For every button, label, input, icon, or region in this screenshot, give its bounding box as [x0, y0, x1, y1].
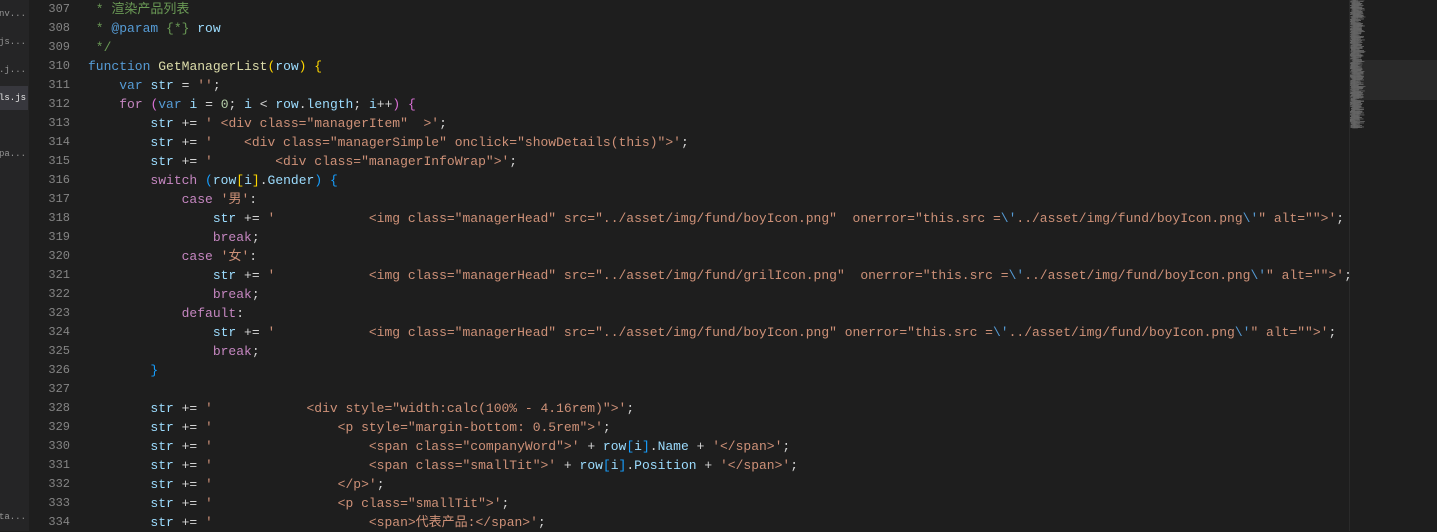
line-number: 322: [30, 285, 70, 304]
line-number: 329: [30, 418, 70, 437]
code-line[interactable]: switch (row[i].Gender) {: [88, 171, 1349, 190]
editor-tab[interactable]: [0, 226, 28, 250]
line-number: 309: [30, 38, 70, 57]
code-line[interactable]: str += ' </p>';: [88, 475, 1349, 494]
editor-tab[interactable]: [0, 309, 28, 333]
minimap-content: ███████████████████████ ████████ ███████…: [1350, 0, 1437, 128]
code-line[interactable]: str += ' <span class="companyWord">' + r…: [88, 437, 1349, 456]
line-number: 328: [30, 399, 70, 418]
line-number: 320: [30, 247, 70, 266]
code-line[interactable]: }: [88, 361, 1349, 380]
code-line[interactable]: for (var i = 0; i < row.length; i++) {: [88, 95, 1349, 114]
line-number: 317: [30, 190, 70, 209]
editor-tab[interactable]: [0, 393, 28, 417]
line-number: 321: [30, 266, 70, 285]
code-line[interactable]: str += ' <div style="width:calc(100% - 4…: [88, 399, 1349, 418]
code-line[interactable]: str += ' <div class="managerSimple" oncl…: [88, 133, 1349, 152]
editor-tab[interactable]: [0, 421, 28, 445]
line-number: 316: [30, 171, 70, 190]
code-line[interactable]: str += ' <div class="managerItem" >';: [88, 114, 1349, 133]
code-line[interactable]: [88, 380, 1349, 399]
line-number: 327: [30, 380, 70, 399]
editor-tab[interactable]: ta...: [0, 505, 28, 529]
code-editor[interactable]: * 渲染产品列表 * @param {*} row */function Get…: [88, 0, 1349, 531]
line-number: 311: [30, 76, 70, 95]
editor-tab[interactable]: [0, 337, 28, 361]
line-number: 318: [30, 209, 70, 228]
code-line[interactable]: function GetManagerList(row) {: [88, 57, 1349, 76]
line-number-gutter: 3073083093103113123133143153163173183193…: [30, 0, 88, 531]
line-number: 330: [30, 437, 70, 456]
code-line[interactable]: str += ' <span class="smallTit">' + row[…: [88, 456, 1349, 475]
editor-tab[interactable]: [0, 282, 28, 306]
code-line[interactable]: str += ' <img class="managerHead" src=".…: [88, 209, 1349, 228]
editor-tab[interactable]: pa...: [0, 142, 28, 166]
line-number: 315: [30, 152, 70, 171]
editor-tab[interactable]: [0, 477, 28, 501]
line-number: 323: [30, 304, 70, 323]
code-line[interactable]: var str = '';: [88, 76, 1349, 95]
code-line[interactable]: */: [88, 38, 1349, 57]
code-line[interactable]: break;: [88, 228, 1349, 247]
line-number: 331: [30, 456, 70, 475]
line-number: 319: [30, 228, 70, 247]
code-line[interactable]: default:: [88, 304, 1349, 323]
code-line[interactable]: break;: [88, 285, 1349, 304]
code-line[interactable]: str += ' <img class="managerHead" src=".…: [88, 323, 1349, 342]
code-line[interactable]: case '女':: [88, 247, 1349, 266]
line-number: 308: [30, 19, 70, 38]
editor-tab[interactable]: [0, 170, 28, 194]
editor-tab[interactable]: [0, 198, 28, 222]
code-line[interactable]: * 渲染产品列表: [88, 0, 1349, 19]
line-number: 332: [30, 475, 70, 494]
code-line[interactable]: str += ' <p style="margin-bottom: 0.5rem…: [88, 418, 1349, 437]
code-line[interactable]: str += ' <p class="smallTit">';: [88, 494, 1349, 513]
code-line[interactable]: break;: [88, 342, 1349, 361]
code-line[interactable]: str += ' <span>代表产品:</span>';: [88, 513, 1349, 531]
editor-tab[interactable]: .js...: [0, 30, 28, 54]
line-number: 324: [30, 323, 70, 342]
line-number: 314: [30, 133, 70, 152]
line-number: 312: [30, 95, 70, 114]
line-number: 313: [30, 114, 70, 133]
editor-tab[interactable]: s.j...: [0, 58, 28, 82]
editor-tab[interactable]: nv...: [0, 2, 28, 26]
line-number: 310: [30, 57, 70, 76]
line-number: 325: [30, 342, 70, 361]
code-line[interactable]: str += ' <img class="managerHead" src=".…: [88, 266, 1349, 285]
editor-tab[interactable]: ils.js: [0, 86, 28, 110]
line-number: 333: [30, 494, 70, 513]
line-number: 334: [30, 513, 70, 532]
line-number: 326: [30, 361, 70, 380]
code-line[interactable]: * @param {*} row: [88, 19, 1349, 38]
editor-tab[interactable]: [0, 254, 28, 278]
editor-tab[interactable]: [0, 365, 28, 389]
line-number: 307: [30, 0, 70, 19]
code-line[interactable]: case '男':: [88, 190, 1349, 209]
minimap[interactable]: ███████████████████████ ████████ ███████…: [1349, 0, 1437, 531]
code-line[interactable]: str += ' <div class="managerInfoWrap">';: [88, 152, 1349, 171]
editor-tab[interactable]: [0, 449, 28, 473]
editor-tabs-sidebar: nv... .js... s.j... ils.js pa... ta...: [0, 0, 30, 531]
editor-tab[interactable]: [0, 114, 28, 138]
